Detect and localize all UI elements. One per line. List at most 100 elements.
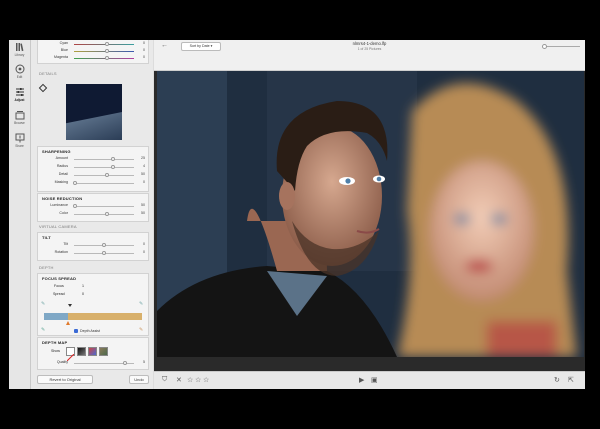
- star-1-icon[interactable]: ☆: [187, 376, 193, 384]
- slider-row[interactable]: Quality 5: [38, 360, 148, 366]
- slideshow-icon[interactable]: ▣: [371, 376, 378, 384]
- tilt-section: TILT Tilt 0 Rotation 0: [37, 232, 149, 261]
- show-label: Show: [51, 349, 60, 353]
- focus-label: Focus: [54, 284, 64, 288]
- slider-knob[interactable]: [102, 250, 106, 255]
- slider-row[interactable]: Luminance 50: [38, 203, 148, 209]
- near-eyedropper-icon[interactable]: ✎: [41, 301, 45, 307]
- tilt-title: TILT: [42, 235, 51, 240]
- slider-knob[interactable]: [105, 211, 109, 216]
- adjust-panel: Cyan 0 Blue 0 Magenta 0 DETAILS SHARPENI…: [31, 40, 172, 389]
- spread-marker[interactable]: [68, 304, 72, 307]
- slider-knob[interactable]: [73, 203, 77, 208]
- file-count: 1 of 25 Pictures: [357, 47, 382, 51]
- sharpening-title: SHARPENING: [42, 149, 71, 154]
- rail-label: Adjust: [14, 98, 25, 102]
- sliders-icon: [15, 88, 24, 96]
- slider-row[interactable]: Tilt 0: [38, 242, 148, 248]
- slider-row[interactable]: Masking 0: [38, 180, 148, 186]
- main-photo[interactable]: [157, 71, 584, 357]
- sharpening-section: SHARPENING Amount 25 Radius 4 Detail 50 …: [37, 146, 149, 192]
- focus-pointer[interactable]: [66, 321, 70, 325]
- slider-row[interactable]: Detail 50: [38, 172, 148, 178]
- library-icon: [15, 43, 23, 52]
- zoom-knob[interactable]: [542, 44, 547, 49]
- spread-value[interactable]: 0: [82, 292, 84, 296]
- slider-track[interactable]: [74, 57, 134, 59]
- noise-title: NOISE REDUCTION: [42, 196, 83, 201]
- rail-label: Edit: [16, 75, 23, 79]
- browse-icon: [15, 111, 24, 120]
- photo-viewer: ← Sort by Date ▾ nlmrs4-1-demo.lfp 1 of …: [154, 40, 585, 389]
- slider-row[interactable]: Color 50: [38, 211, 148, 217]
- slider-knob[interactable]: [105, 48, 109, 53]
- depth-map-section: DEPTH MAP Show Quality 5: [37, 337, 149, 370]
- far-eyedropper-icon[interactable]: ✎: [139, 301, 143, 307]
- undo-button[interactable]: Undo: [129, 375, 149, 384]
- reject-icon[interactable]: ✕: [176, 376, 182, 384]
- viewer-bottom-bar: ⛉ ✕ ☆ ☆ ☆ ▶ ▣ ↻ ⇱: [154, 371, 585, 389]
- slider-track[interactable]: [74, 158, 134, 160]
- far-picker-icon[interactable]: ✎: [139, 327, 143, 333]
- slider-knob[interactable]: [105, 41, 109, 46]
- export-icon[interactable]: ⇱: [568, 376, 574, 384]
- diamond-icon[interactable]: [38, 83, 48, 93]
- spread-near-range: [44, 313, 68, 320]
- depth-map-gray-swatch[interactable]: [77, 347, 86, 356]
- rail-label: Browse: [14, 121, 25, 125]
- depth-assist-checkbox[interactable]: [74, 329, 78, 333]
- focus-spread-title: FOCUS SPREAD: [42, 276, 77, 281]
- slider-knob[interactable]: [105, 55, 109, 60]
- play-icon[interactable]: ▶: [359, 376, 364, 384]
- depth-map-photo-swatch[interactable]: [99, 347, 108, 356]
- slider-knob[interactable]: [102, 242, 106, 247]
- rail-item-library[interactable]: Library: [9, 42, 30, 57]
- slider-row[interactable]: Blue 0: [38, 48, 148, 54]
- flag-icon[interactable]: ⛉: [162, 376, 167, 384]
- slider-row[interactable]: Amount 25: [38, 156, 148, 162]
- zoom-slider[interactable]: [542, 44, 580, 49]
- star-3-icon[interactable]: ☆: [203, 376, 209, 384]
- share-icon: [15, 133, 24, 143]
- slider-track[interactable]: [74, 213, 134, 215]
- slider-row[interactable]: Radius 4: [38, 164, 148, 170]
- rail-label: Share: [15, 144, 24, 148]
- nav-rail: Library Edit Adjust Browse Share: [9, 40, 31, 389]
- color-section: Cyan 0 Blue 0 Magenta 0: [37, 40, 149, 64]
- slider-knob[interactable]: [111, 156, 115, 161]
- depth-map-color-swatch[interactable]: [88, 347, 97, 356]
- slider-row[interactable]: Cyan 0: [38, 41, 148, 47]
- rotate-icon[interactable]: ↻: [554, 376, 560, 384]
- portrait-image: [157, 71, 584, 357]
- slider-track[interactable]: [74, 174, 134, 176]
- rail-item-edit[interactable]: Edit: [9, 64, 30, 79]
- spread-label: Spread: [53, 292, 65, 296]
- slider-knob[interactable]: [73, 180, 77, 185]
- noise-section: NOISE REDUCTION Luminance 50 Color 50: [37, 193, 149, 222]
- slider-track[interactable]: [74, 43, 134, 45]
- details-title: DETAILS: [39, 71, 57, 76]
- detail-thumbnail[interactable]: [66, 84, 122, 140]
- slider-knob[interactable]: [105, 172, 109, 177]
- depth-map-title: DEPTH MAP: [42, 340, 68, 345]
- slider-knob[interactable]: [111, 164, 115, 169]
- star-2-icon[interactable]: ☆: [195, 376, 201, 384]
- slider-track[interactable]: [74, 182, 134, 184]
- slider-row[interactable]: Magenta 0: [38, 55, 148, 61]
- rail-item-share[interactable]: Share: [9, 133, 30, 148]
- slider-row[interactable]: Rotation 0: [38, 250, 148, 256]
- rail-item-browse[interactable]: Browse: [9, 110, 30, 125]
- slider-track[interactable]: [74, 166, 134, 168]
- focus-spread-bar[interactable]: [44, 313, 142, 320]
- slider-track[interactable]: [74, 205, 134, 207]
- file-name: nlmrs4-1-demo.lfp: [352, 41, 387, 46]
- slider-track[interactable]: [74, 50, 134, 52]
- focus-value[interactable]: 1: [82, 284, 84, 288]
- depth-assist-label: Depth Assist: [80, 328, 100, 333]
- app-window: Library Edit Adjust Browse Share Cyan 0 …: [9, 40, 585, 389]
- depth-map-off-swatch[interactable]: [66, 347, 75, 362]
- rail-item-adjust[interactable]: Adjust: [9, 87, 30, 102]
- quality-slider-knob[interactable]: [123, 360, 127, 365]
- near-picker-icon[interactable]: ✎: [41, 327, 45, 333]
- revert-button[interactable]: Revert to Original: [37, 375, 93, 384]
